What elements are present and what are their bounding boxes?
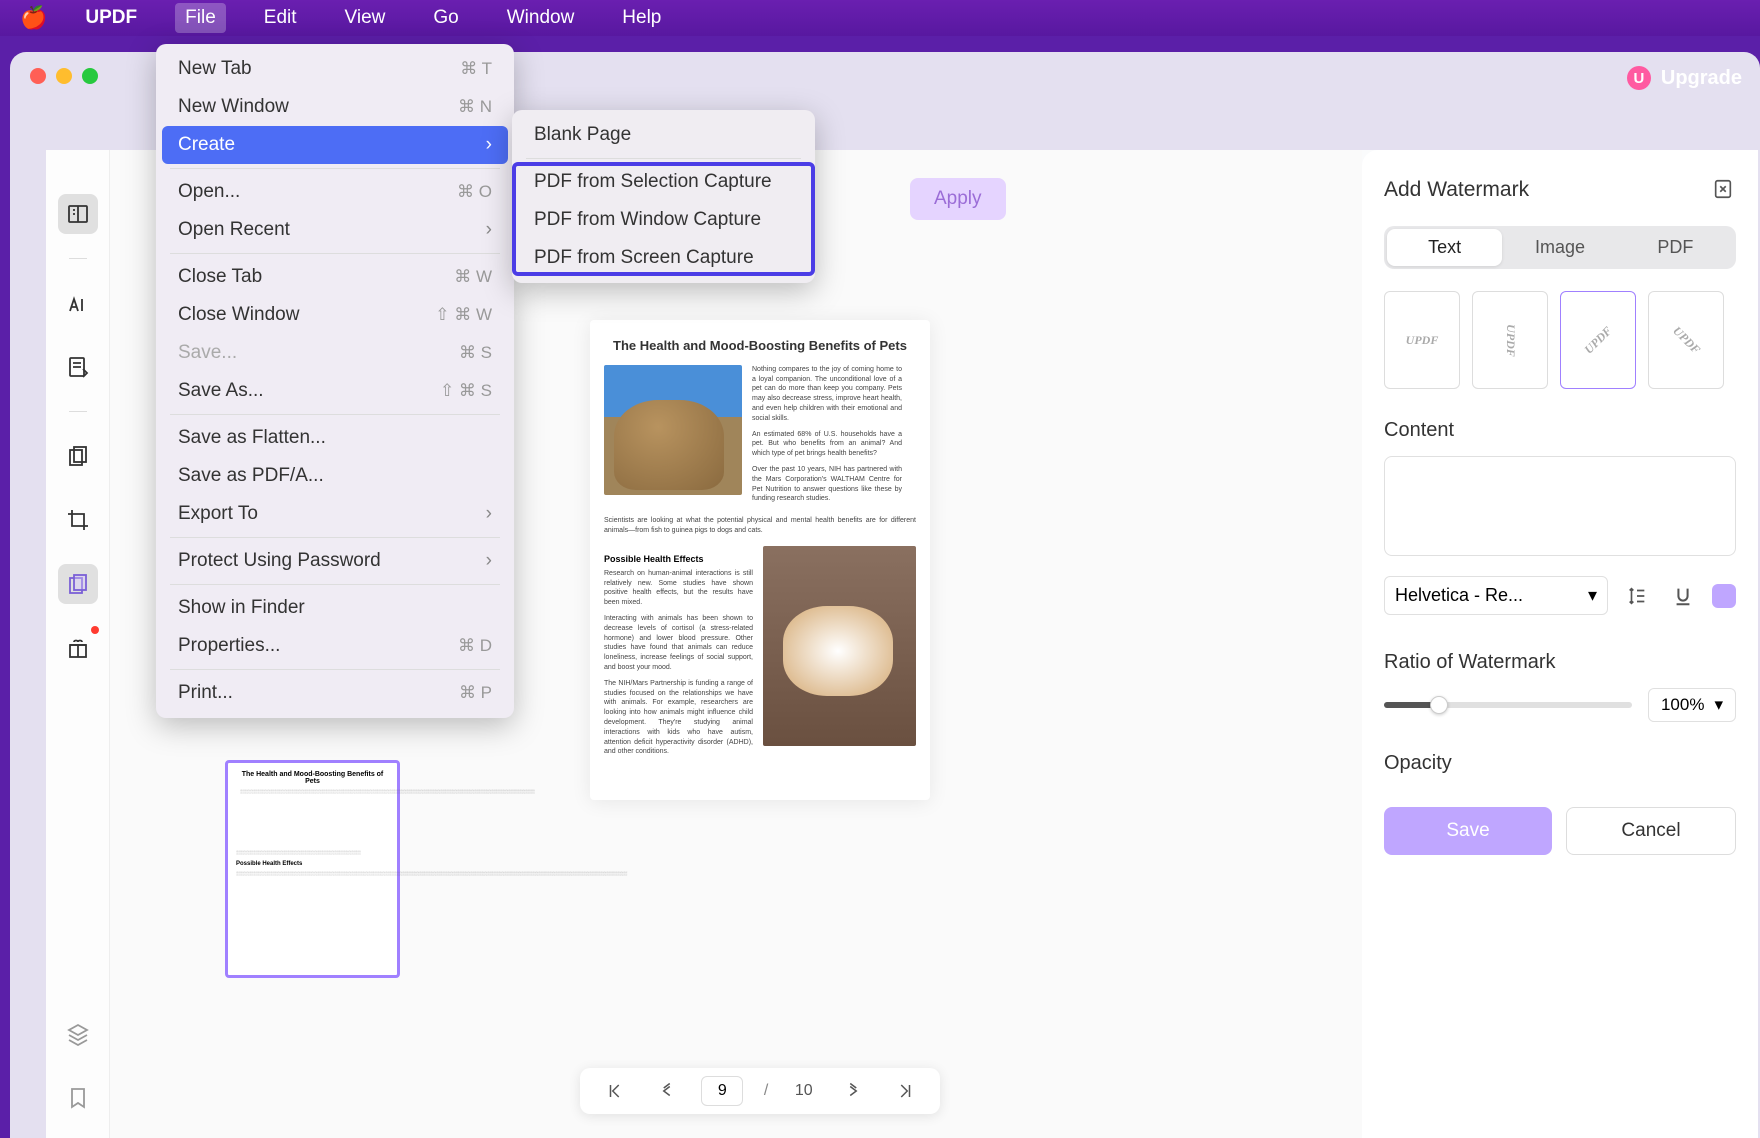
upgrade-label: Upgrade [1661,67,1742,90]
menu-pdf-screen-capture[interactable]: PDF from Screen Capture [518,239,809,277]
ratio-value-select[interactable]: 100% ▾ [1648,688,1736,722]
tab-pdf[interactable]: PDF [1618,229,1733,266]
menu-pdf-window-capture[interactable]: PDF from Window Capture [518,201,809,239]
watermark-panel: Add Watermark Text Image PDF UPDF UPDF U… [1362,150,1758,1138]
window-close-button[interactable] [30,68,46,84]
menu-save: Save...⌘ S [162,334,508,372]
menu-save-pdfa[interactable]: Save as PDF/A... [162,457,508,495]
document-title: The Health and Mood-Boosting Benefits of… [604,338,916,355]
chevron-down-icon: ▾ [1714,695,1723,715]
color-picker[interactable] [1712,584,1736,608]
document-text-column-2: Possible Health Effects Research on huma… [604,546,753,763]
first-page-button[interactable] [600,1076,630,1106]
apple-logo-icon[interactable]: 🍎 [20,5,47,31]
sidebar-watermark-button[interactable] [58,564,98,604]
page-input[interactable] [701,1076,743,1106]
sidebar-edit-button[interactable] [58,347,98,387]
line-spacing-icon[interactable] [1620,579,1654,613]
menu-save-as[interactable]: Save As...⇧ ⌘ S [162,372,508,410]
page-navigator: / 10 [580,1068,940,1114]
chevron-right-icon: › [486,134,492,156]
preset-diagonal-down[interactable]: UPDF [1648,291,1724,389]
watermark-type-tabs: Text Image PDF [1384,226,1736,269]
menu-save-flatten[interactable]: Save as Flatten... [162,419,508,457]
content-label: Content [1384,419,1736,442]
document-page[interactable]: The Health and Mood-Boosting Benefits of… [590,320,930,800]
window-maximize-button[interactable] [82,68,98,84]
menu-open-recent[interactable]: Open Recent› [162,211,508,249]
menu-close-window[interactable]: Close Window⇧ ⌘ W [162,296,508,334]
ratio-slider[interactable] [1384,702,1632,708]
document-text-full: Scientists are looking at what the poten… [604,516,916,536]
collapse-panel-icon[interactable] [1712,178,1736,202]
menu-print[interactable]: Print...⌘ P [162,674,508,712]
menu-show-finder[interactable]: Show in Finder [162,589,508,627]
menu-edit[interactable]: Edit [254,3,307,33]
panel-title: Add Watermark [1384,178,1529,202]
menu-pdf-selection-capture[interactable]: PDF from Selection Capture [518,163,809,201]
sidebar-layers-button[interactable] [58,1014,98,1054]
chevron-right-icon: › [486,219,492,241]
preset-diagonal-up[interactable]: UPDF [1560,291,1636,389]
menu-view[interactable]: View [335,3,396,33]
menu-protect[interactable]: Protect Using Password› [162,542,508,580]
create-submenu: Blank Page PDF from Selection Capture PD… [512,110,815,283]
sidebar-annotate-button[interactable] [58,283,98,323]
tab-text[interactable]: Text [1387,229,1502,266]
watermark-content-input[interactable] [1384,456,1736,556]
chevron-down-icon: ▾ [1588,585,1597,606]
notification-dot-icon [91,626,99,634]
upgrade-icon: U [1627,66,1651,90]
apply-button[interactable]: Apply [910,178,1006,220]
slider-thumb[interactable] [1430,696,1448,714]
upgrade-button[interactable]: U Upgrade [1627,66,1742,90]
left-sidebar [46,150,110,1138]
app-name[interactable]: UPDF [75,3,147,33]
menu-new-window[interactable]: New Window⌘ N [162,88,508,126]
sidebar-gift-button[interactable] [58,628,98,668]
sidebar-organize-button[interactable] [58,436,98,476]
file-dropdown: New Tab⌘ T New Window⌘ N Create› Open...… [156,44,514,718]
document-image-cat [604,365,742,495]
menu-open[interactable]: Open...⌘ O [162,173,508,211]
opacity-label: Opacity [1384,752,1736,775]
ratio-label: Ratio of Watermark [1384,651,1736,674]
watermark-presets: UPDF UPDF UPDF UPDF [1384,291,1736,389]
preset-horizontal[interactable]: UPDF [1384,291,1460,389]
menu-blank-page[interactable]: Blank Page [518,116,809,154]
menu-close-tab[interactable]: Close Tab⌘ W [162,258,508,296]
sidebar-bookmark-button[interactable] [58,1078,98,1118]
sidebar-crop-button[interactable] [58,500,98,540]
page-thumbnail[interactable]: The Health and Mood-Boosting Benefits of… [225,760,400,978]
chevron-right-icon: › [486,550,492,572]
next-page-button[interactable] [839,1076,869,1106]
window-minimize-button[interactable] [56,68,72,84]
tab-image[interactable]: Image [1502,229,1617,266]
sidebar-reader-button[interactable] [58,194,98,234]
cancel-button[interactable]: Cancel [1566,807,1736,855]
underline-icon[interactable] [1666,579,1700,613]
menu-export-to[interactable]: Export To› [162,495,508,533]
window-controls [30,68,98,84]
menu-properties[interactable]: Properties...⌘ D [162,627,508,665]
menu-file[interactable]: File [175,3,226,33]
chevron-right-icon: › [486,503,492,525]
document-text-column: Nothing compares to the joy of coming ho… [752,365,902,510]
font-select[interactable]: Helvetica - Re... ▾ [1384,576,1608,615]
menu-go[interactable]: Go [423,3,468,33]
menu-window[interactable]: Window [497,3,585,33]
menu-help[interactable]: Help [612,3,671,33]
page-separator: / [764,1082,768,1100]
last-page-button[interactable] [890,1076,920,1106]
save-button[interactable]: Save [1384,807,1552,855]
menu-new-tab[interactable]: New Tab⌘ T [162,50,508,88]
preset-vertical[interactable]: UPDF [1472,291,1548,389]
page-total: 10 [789,1082,819,1100]
system-menubar: 🍎 UPDF File Edit View Go Window Help [0,0,1760,36]
menu-create[interactable]: Create› [162,126,508,164]
document-image-dog [763,546,916,746]
prev-page-button[interactable] [651,1076,681,1106]
